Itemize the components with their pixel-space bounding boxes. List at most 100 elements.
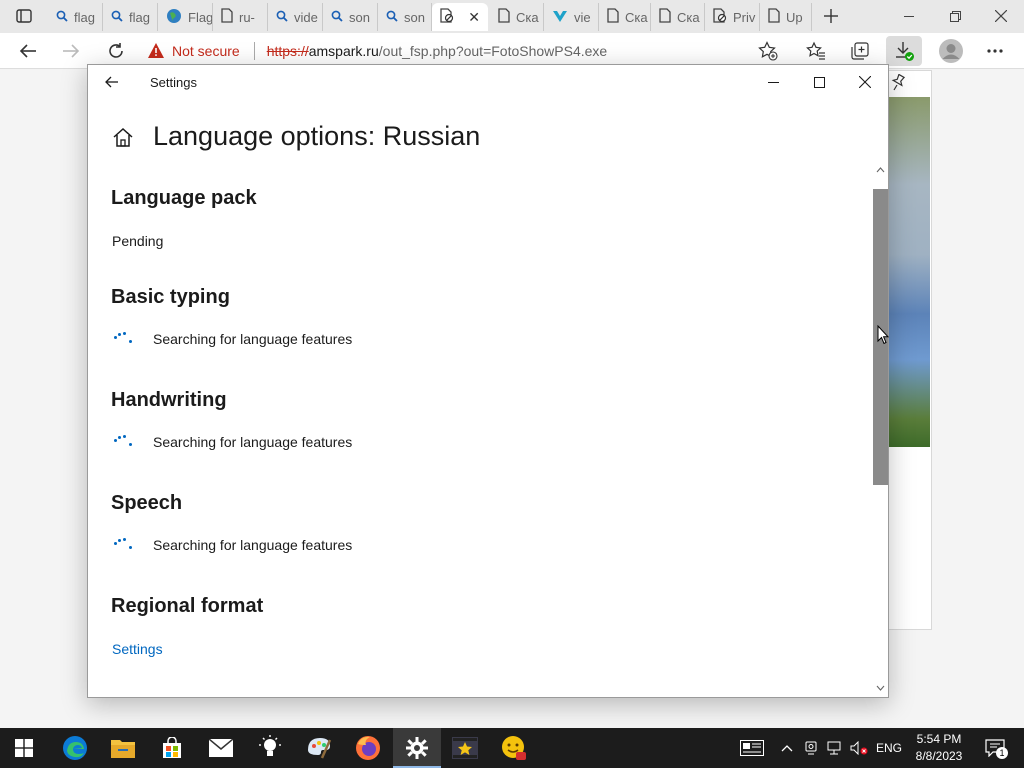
system-clock[interactable]: 5:54 PM 8/8/2023	[905, 731, 973, 765]
basic-typing-heading: Basic typing	[111, 286, 230, 308]
tips-icon[interactable]	[246, 728, 294, 768]
video-editor-icon[interactable]	[441, 728, 489, 768]
vertical-scrollbar[interactable]	[873, 162, 888, 698]
home-icon[interactable]	[112, 127, 134, 149]
browser-tab[interactable]: Priv	[705, 3, 760, 31]
volume-muted-icon[interactable]	[849, 738, 869, 758]
microsoft-store-icon[interactable]	[148, 728, 196, 768]
minimize-browser-button[interactable]	[886, 0, 932, 32]
tab-actions-icon[interactable]	[8, 4, 40, 28]
handwriting-status-row: Searching for language features	[112, 434, 352, 450]
input-language-indicator[interactable]: ENG	[876, 741, 902, 755]
search-icon	[56, 10, 68, 25]
loading-spinner-icon	[112, 434, 132, 450]
webpage-photo	[888, 97, 930, 447]
browser-tab[interactable]: flag	[48, 3, 103, 31]
speech-status-row: Searching for language features	[112, 537, 352, 553]
firefox-icon[interactable]	[344, 728, 392, 768]
search-icon	[111, 10, 123, 25]
regional-format-settings-link[interactable]: Settings	[112, 641, 163, 657]
file-explorer-icon[interactable]	[99, 728, 147, 768]
heart-download-icon	[552, 9, 568, 26]
not-secure-label[interactable]: Not secure	[172, 43, 240, 59]
scroll-down-icon[interactable]	[875, 682, 886, 694]
clock-time: 5:54 PM	[916, 732, 962, 746]
browser-tab[interactable]: Flag	[158, 3, 213, 31]
tab-title: son	[349, 9, 370, 25]
tab-title: son	[404, 9, 425, 25]
browser-tab[interactable]: Up	[760, 3, 812, 31]
collections-icon[interactable]	[847, 39, 873, 63]
browser-tab[interactable]: Ска	[651, 3, 705, 31]
warning-icon[interactable]	[148, 43, 164, 59]
close-tab-icon[interactable]: ✕	[468, 9, 480, 26]
mouse-cursor-icon	[877, 324, 890, 345]
browser-tab[interactable]: Ска	[599, 3, 651, 31]
tab-title: Flag	[188, 9, 213, 25]
pin-icon[interactable]	[888, 72, 908, 94]
browser-tab[interactable]: ru-	[213, 3, 268, 31]
maximize-button[interactable]	[799, 67, 839, 97]
browser-tab-active[interactable]: ✕	[432, 3, 488, 31]
url-scheme: https://	[266, 43, 309, 59]
loading-spinner-icon	[112, 537, 132, 553]
page-icon	[768, 8, 780, 26]
more-options-icon[interactable]	[982, 39, 1008, 63]
network-icon[interactable]	[825, 738, 845, 758]
forward-button[interactable]	[57, 38, 85, 64]
page-blocked-icon	[713, 8, 727, 26]
close-button[interactable]	[845, 67, 885, 97]
browser-tab[interactable]: vide	[268, 3, 323, 31]
refresh-button[interactable]	[102, 38, 130, 64]
add-favorite-icon[interactable]	[755, 39, 781, 63]
language-pack-status: Pending	[112, 233, 164, 249]
browser-tab[interactable]: son	[378, 3, 432, 31]
scroll-up-icon[interactable]	[875, 164, 886, 176]
start-button[interactable]	[0, 728, 48, 768]
globe-icon	[166, 8, 182, 27]
page-title: Language options: Russian	[153, 121, 481, 151]
browser-tab[interactable]: Ска	[490, 3, 544, 31]
restore-browser-button[interactable]	[932, 0, 978, 32]
page-icon	[659, 8, 671, 26]
close-browser-button[interactable]	[978, 0, 1024, 32]
tab-title: Ска	[625, 9, 648, 25]
tab-title: vie	[574, 9, 591, 25]
news-widget-icon[interactable]	[739, 738, 765, 758]
browser-tab[interactable]: flag	[103, 3, 158, 31]
page-icon	[498, 8, 510, 26]
minimize-button[interactable]	[753, 67, 793, 97]
back-arrow-icon[interactable]	[100, 71, 124, 93]
settings-app-icon[interactable]	[393, 728, 441, 768]
tab-title: Ска	[516, 9, 539, 25]
back-button[interactable]	[14, 38, 42, 64]
paint-icon[interactable]	[295, 728, 343, 768]
notifications-icon[interactable]: 1	[983, 738, 1008, 759]
tab-title: vide	[294, 9, 318, 25]
loading-spinner-icon	[112, 331, 132, 347]
clock-date: 8/8/2023	[915, 749, 963, 763]
downloads-icon[interactable]	[886, 36, 922, 66]
chevron-up-icon[interactable]	[777, 738, 797, 758]
handwriting-status: Searching for language features	[153, 434, 353, 450]
search-icon	[331, 10, 343, 25]
tab-title: flag	[74, 9, 95, 25]
address-divider	[253, 42, 255, 60]
webcam-icon[interactable]	[801, 738, 821, 758]
new-tab-button[interactable]	[818, 4, 844, 28]
search-icon	[386, 10, 398, 25]
profile-avatar[interactable]	[937, 37, 965, 65]
edge-icon[interactable]	[51, 728, 99, 768]
emoji-app-icon[interactable]	[490, 728, 538, 768]
speech-status: Searching for language features	[153, 537, 353, 553]
page-blocked-icon	[440, 8, 454, 26]
favorites-icon[interactable]	[803, 39, 829, 63]
url-host: amspark.ru	[308, 43, 379, 59]
mail-icon[interactable]	[197, 728, 245, 768]
speech-heading: Speech	[111, 492, 183, 514]
tab-title: Priv	[733, 9, 756, 25]
browser-tab[interactable]: vie	[544, 3, 599, 31]
address-bar[interactable]: Not secure https:// amspark.ru /out_fsp.…	[148, 37, 748, 65]
browser-tab[interactable]: son	[323, 3, 378, 31]
tab-title: ru-	[239, 9, 255, 25]
